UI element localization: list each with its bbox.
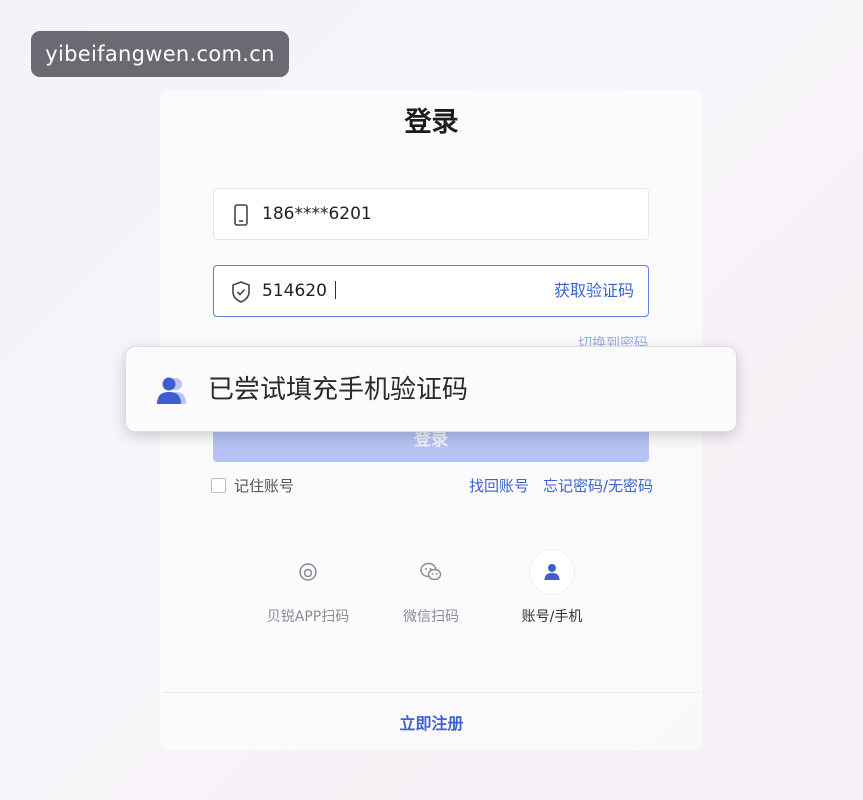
verification-code-field[interactable]: 514620 获取验证码: [213, 265, 649, 317]
remember-account[interactable]: 记住账号: [211, 475, 294, 496]
forgot-password-link[interactable]: 忘记密码/无密码: [543, 475, 653, 496]
find-account-link[interactable]: 找回账号: [469, 475, 529, 496]
code-value-wrap: 514620: [262, 266, 336, 316]
watermark: yibeifangwen.com.cn: [31, 31, 289, 77]
divider: [163, 692, 700, 693]
get-code-button[interactable]: 获取验证码: [554, 266, 634, 316]
phone-icon: [234, 204, 248, 226]
method-account-circle: [530, 550, 574, 594]
method-scan-label: 贝锐APP扫码: [266, 609, 350, 625]
remember-checkbox[interactable]: [211, 478, 226, 493]
method-wechat-circle: [409, 550, 453, 594]
text-cursor: [334, 281, 336, 299]
code-value: 514620: [262, 281, 327, 301]
method-scan-circle: [286, 550, 330, 594]
shield-check-icon: [232, 281, 250, 303]
page-title: 登录: [404, 107, 459, 138]
method-account-label: 账号/手机: [521, 609, 583, 625]
user-group-icon: [157, 377, 186, 404]
register-link[interactable]: 立即注册: [0, 710, 863, 734]
toast-text: 已尝试填充手机验证码: [208, 375, 469, 405]
autofill-toast: 已尝试填充手机验证码: [125, 346, 737, 432]
method-scan-app[interactable]: 贝锐APP扫码: [258, 550, 358, 626]
wechat-icon: [420, 562, 442, 581]
phone-field[interactable]: 186****6201: [213, 188, 649, 240]
method-wechat[interactable]: 微信扫码: [395, 550, 467, 626]
switch-to-password-link[interactable]: 切换到密码: [560, 333, 648, 346]
scan-icon: [299, 563, 317, 581]
user-icon: [544, 564, 560, 580]
method-wechat-label: 微信扫码: [403, 609, 459, 625]
remember-label: 记住账号: [234, 477, 295, 495]
method-account-phone[interactable]: 账号/手机: [514, 550, 590, 626]
phone-value: 186****6201: [262, 204, 372, 224]
